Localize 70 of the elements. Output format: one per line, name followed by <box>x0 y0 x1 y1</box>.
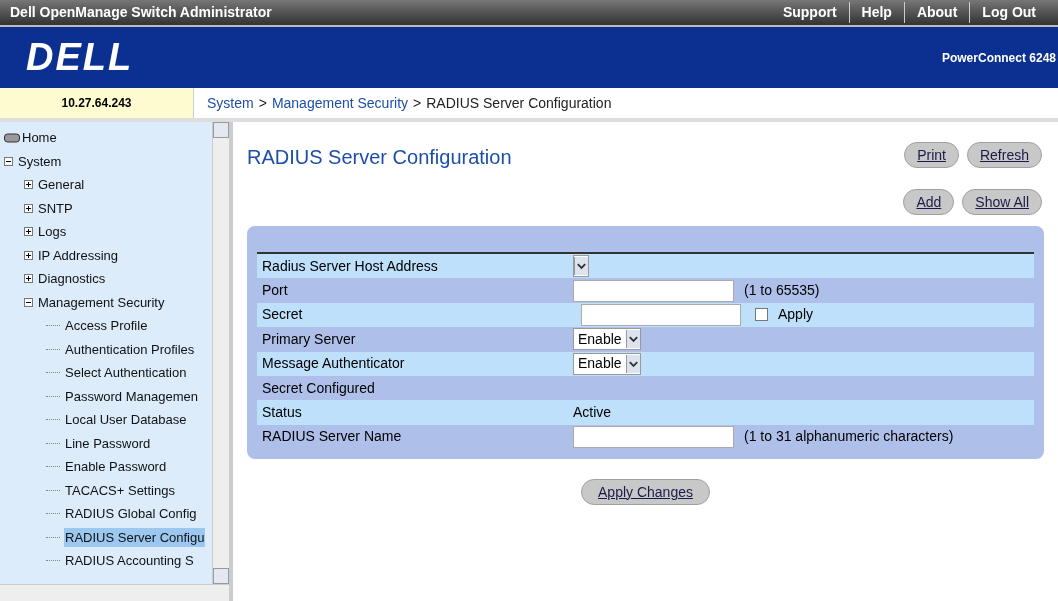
apply-checkbox[interactable] <box>755 308 768 322</box>
breadcrumb-separator: > <box>413 93 422 113</box>
field-label: Primary Server <box>261 329 357 349</box>
sidebar-item[interactable]: Authentication Profiles <box>64 339 196 359</box>
sidebar-item[interactable]: Access Profile <box>64 316 149 336</box>
field-label: RADIUS Server Name <box>261 427 403 447</box>
top-link[interactable]: Support <box>770 2 849 23</box>
ip-address: 10.27.64.243 <box>0 88 193 118</box>
sidebar-item[interactable]: Enable Password <box>64 457 168 477</box>
page-button[interactable]: Apply Changes <box>581 479 710 506</box>
sidebar-item[interactable]: RADIUS Accounting S <box>64 551 195 571</box>
sidebar-item[interactable]: General <box>37 175 86 195</box>
field-label: Message Authenticator <box>261 354 406 374</box>
field-label: Port <box>261 281 289 301</box>
dropdown[interactable]: Enable <box>573 328 641 351</box>
expand-icon[interactable] <box>24 180 33 190</box>
field-hint: (1 to 31 alphanumeric characters) <box>744 427 954 447</box>
page-button[interactable]: Print <box>904 142 959 168</box>
expand-icon[interactable] <box>24 227 33 237</box>
sidebar-item[interactable]: RADIUS Server Configu <box>64 527 206 547</box>
field-label: Secret <box>261 305 304 325</box>
collapse-icon[interactable] <box>4 156 13 166</box>
field-hint: (1 to 65535) <box>744 281 820 301</box>
sidebar-item[interactable]: Select Authentication <box>64 363 188 383</box>
sidebar-item[interactable]: Password Managemen <box>64 386 199 406</box>
expand-icon[interactable] <box>24 274 33 284</box>
dropdown[interactable] <box>573 255 589 278</box>
sidebar-item[interactable]: Management Security <box>37 292 166 312</box>
checkbox-label: Apply <box>778 305 814 325</box>
top-link[interactable]: Help <box>848 2 904 23</box>
app-title: Dell OpenManage Switch Administrator <box>10 3 272 22</box>
dropdown[interactable]: Enable <box>573 352 641 375</box>
caret-icon <box>625 354 640 373</box>
sidebar-item[interactable]: Diagnostics <box>37 269 107 289</box>
breadcrumb-separator: > <box>258 93 267 113</box>
field-label: Status <box>261 403 303 423</box>
expand-icon[interactable] <box>24 203 33 213</box>
page-title: RADIUS Server Configuration <box>247 145 512 170</box>
input-field[interactable] <box>581 303 741 326</box>
top-link[interactable]: Log Out <box>969 2 1048 23</box>
model-name: PowerConnect 6248 <box>941 49 1056 67</box>
input-field[interactable] <box>573 279 734 302</box>
page-button[interactable]: Refresh <box>966 142 1042 168</box>
expand-icon[interactable] <box>24 250 33 260</box>
field-label: Radius Server Host Address <box>261 256 439 276</box>
caret-icon <box>574 257 588 276</box>
top-link[interactable]: About <box>903 2 970 23</box>
home-icon <box>4 132 20 143</box>
sidebar-item[interactable]: SNTP <box>37 198 74 218</box>
sidebar-item[interactable]: RADIUS Global Config <box>64 504 198 524</box>
sidebar-item[interactable]: Line Password <box>64 433 152 453</box>
field-label: Secret Configured <box>261 378 376 398</box>
breadcrumb-item[interactable]: Management Security <box>271 92 409 114</box>
caret-icon <box>625 330 640 349</box>
input-field[interactable] <box>573 425 734 448</box>
page-button[interactable]: Show All <box>962 189 1042 215</box>
breadcrumb-item: RADIUS Server Configuration <box>426 93 612 113</box>
sidebar-item[interactable]: TACACS+ Settings <box>64 480 176 500</box>
sidebar-item[interactable]: System <box>17 151 63 171</box>
vertical-scrollbar[interactable] <box>212 122 229 584</box>
logo: DELL <box>26 35 134 80</box>
sidebar-item[interactable]: IP Addressing <box>37 245 119 265</box>
breadcrumb-item[interactable]: System <box>207 92 254 114</box>
page-button[interactable]: Add <box>903 189 955 215</box>
collapse-icon[interactable] <box>24 297 33 307</box>
field-value: Active <box>573 403 612 423</box>
sidebar-item[interactable]: Home <box>21 128 58 148</box>
horizontal-scrollbar[interactable] <box>0 584 229 601</box>
sidebar-item[interactable]: Local User Database <box>64 410 188 430</box>
sidebar-item[interactable]: Logs <box>37 222 68 242</box>
